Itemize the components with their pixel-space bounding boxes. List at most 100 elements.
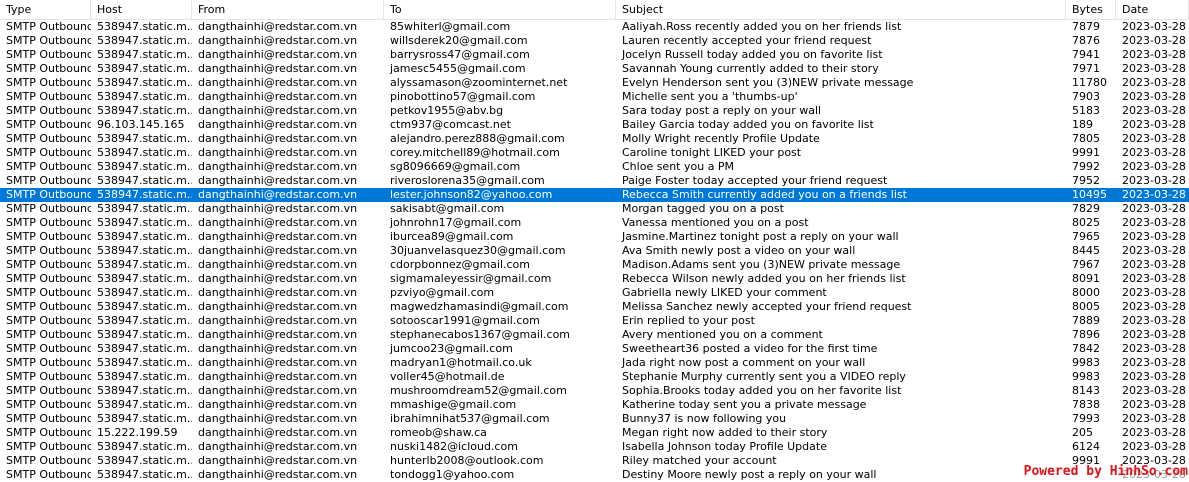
host-cell: 538947.static.m...: [97, 90, 192, 103]
subject-cell: Bunny37 is now following you: [622, 412, 787, 425]
host-cell: 96.103.145.165: [97, 118, 185, 131]
table-row[interactable]: SMTP Outbound 538947.static.m... dangthain…: [0, 342, 1189, 356]
table-row[interactable]: SMTP Outbound 538947.static.m... dangthain…: [0, 34, 1189, 48]
table-row[interactable]: SMTP Outbound 538947.static.m... dangthain…: [0, 48, 1189, 62]
type-cell: SMTP Outbound: [6, 412, 91, 425]
subject-cell: Evelyn Henderson sent you (3)NEW private…: [622, 76, 914, 89]
to-cell: magwedzhamasindi@gmail.com: [390, 300, 569, 313]
table-row[interactable]: SMTP Outbound 538947.static.m... dangthain…: [0, 174, 1189, 188]
from-cell: dangthainhi@redstar.com.vn: [198, 230, 358, 243]
host-cell: 538947.static.m...: [97, 272, 192, 285]
table-row[interactable]: SMTP Outbound 538947.static.m... dangthain…: [0, 328, 1189, 342]
subject-cell: Paige Foster today accepted your friend …: [622, 174, 888, 187]
bytes-cell: 9983: [1072, 356, 1100, 369]
date-cell: 2023-03-28 0: [1122, 160, 1189, 173]
table-row[interactable]: SMTP Outbound 538947.static.m... dangthain…: [0, 244, 1189, 258]
to-cell: mmashige@gmail.com: [390, 398, 517, 411]
to-cell: 85whiterl@gmail.com: [390, 20, 511, 33]
bytes-cell: 8143: [1072, 384, 1100, 397]
column-header-row: Type Host From To Subject Bytes Date: [0, 0, 1189, 20]
table-row[interactable]: SMTP Outbound 538947.static.m... dangthain…: [0, 76, 1189, 90]
from-cell: dangthainhi@redstar.com.vn: [198, 174, 358, 187]
bytes-cell: 9991: [1072, 146, 1100, 159]
host-cell: 538947.static.m...: [97, 342, 192, 355]
from-cell: dangthainhi@redstar.com.vn: [198, 90, 358, 103]
table-row[interactable]: SMTP Outbound 538947.static.m... dangthain…: [0, 398, 1189, 412]
date-cell: 2023-03-28 0: [1122, 328, 1189, 341]
table-row[interactable]: SMTP Outbound 538947.static.m... dangthain…: [0, 454, 1189, 468]
type-cell: SMTP Outbound: [6, 202, 91, 215]
subject-cell: Rebecca Wilson newly added you on her fr…: [622, 272, 906, 285]
column-header-type[interactable]: Type: [0, 0, 91, 19]
table-row[interactable]: SMTP Outbound 15.222.199.59 dangthainhi@re…: [0, 426, 1189, 440]
table-row[interactable]: SMTP Outbound 538947.static.m... dangthain…: [0, 384, 1189, 398]
from-cell: dangthainhi@redstar.com.vn: [198, 188, 358, 201]
date-cell: 2023-03-28 0: [1122, 188, 1189, 201]
from-cell: dangthainhi@redstar.com.vn: [198, 258, 358, 271]
table-row[interactable]: SMTP Outbound 538947.static.m... dangthain…: [0, 160, 1189, 174]
table-row[interactable]: SMTP Outbound 538947.static.m... dangthain…: [0, 230, 1189, 244]
table-row[interactable]: SMTP Outbound 538947.static.m... dangthain…: [0, 314, 1189, 328]
to-cell: pzviyo@gmail.com: [390, 286, 495, 299]
host-cell: 538947.static.m...: [97, 132, 192, 145]
table-row[interactable]: SMTP Outbound 538947.static.m... dangthain…: [0, 90, 1189, 104]
type-cell: SMTP Outbound: [6, 328, 91, 341]
subject-cell: Sara today post a reply on your wall: [622, 104, 822, 117]
date-cell: 2023-03-28 0: [1122, 76, 1189, 89]
to-cell: corey.mitchell89@hotmail.com: [390, 146, 560, 159]
table-row[interactable]: SMTP Outbound 538947.static.m... dangthain…: [0, 188, 1189, 202]
column-header-date[interactable]: Date: [1116, 0, 1189, 19]
from-cell: dangthainhi@redstar.com.vn: [198, 468, 358, 481]
host-cell: 538947.static.m...: [97, 230, 192, 243]
table-row[interactable]: SMTP Outbound 538947.static.m... dangthain…: [0, 412, 1189, 426]
table-row[interactable]: SMTP Outbound 538947.static.m... dangthain…: [0, 132, 1189, 146]
from-cell: dangthainhi@redstar.com.vn: [198, 48, 358, 61]
date-cell: 2023-03-28 0: [1122, 412, 1189, 425]
from-cell: dangthainhi@redstar.com.vn: [198, 300, 358, 313]
host-cell: 538947.static.m...: [97, 412, 192, 425]
bytes-cell: 7829: [1072, 202, 1100, 215]
to-cell: sakisabt@gmail.com: [390, 202, 505, 215]
table-row[interactable]: SMTP Outbound 538947.static.m... dangthain…: [0, 300, 1189, 314]
to-cell: ctm937@comcast.net: [390, 118, 511, 131]
table-row[interactable]: SMTP Outbound 538947.static.m... dangthain…: [0, 468, 1189, 482]
column-header-from[interactable]: From: [192, 0, 384, 19]
type-cell: SMTP Outbound: [6, 132, 91, 145]
host-cell: 538947.static.m...: [97, 300, 192, 313]
subject-cell: Lauren recently accepted your friend req…: [622, 34, 872, 47]
date-cell: 2023-03-28 0: [1122, 258, 1189, 271]
table-row[interactable]: SMTP Outbound 538947.static.m... dangthain…: [0, 286, 1189, 300]
to-cell: cdorpbonnez@gmail.com: [390, 258, 531, 271]
table-row[interactable]: SMTP Outbound 538947.static.m... dangthain…: [0, 104, 1189, 118]
type-cell: SMTP Outbound: [6, 76, 91, 89]
table-row[interactable]: SMTP Outbound 538947.static.m... dangthain…: [0, 20, 1189, 34]
column-header-to[interactable]: To: [384, 0, 616, 19]
table-row[interactable]: SMTP Outbound 538947.static.m... dangthain…: [0, 62, 1189, 76]
table-row[interactable]: SMTP Outbound 538947.static.m... dangthain…: [0, 202, 1189, 216]
from-cell: dangthainhi@redstar.com.vn: [198, 370, 358, 383]
to-cell: johnrohn17@gmail.com: [390, 216, 522, 229]
date-cell: 2023-03-28 0: [1122, 314, 1189, 327]
bytes-cell: 5183: [1072, 104, 1100, 117]
table-row[interactable]: SMTP Outbound 538947.static.m... dangthain…: [0, 356, 1189, 370]
host-cell: 15.222.199.59: [97, 426, 178, 439]
column-header-host[interactable]: Host: [91, 0, 192, 19]
type-cell: SMTP Outbound: [6, 20, 91, 33]
table-row[interactable]: SMTP Outbound 538947.static.m... dangthain…: [0, 272, 1189, 286]
table-row[interactable]: SMTP Outbound 538947.static.m... dangthain…: [0, 216, 1189, 230]
table-row[interactable]: SMTP Outbound 538947.static.m... dangthain…: [0, 370, 1189, 384]
table-row[interactable]: SMTP Outbound 538947.static.m... dangthain…: [0, 146, 1189, 160]
table-row[interactable]: SMTP Outbound 96.103.145.165 dangthainhi@r…: [0, 118, 1189, 132]
message-list: SMTP Outbound 538947.static.m... dangthain…: [0, 20, 1189, 482]
table-row[interactable]: SMTP Outbound 538947.static.m... dangthain…: [0, 440, 1189, 454]
table-row[interactable]: SMTP Outbound 538947.static.m... dangthain…: [0, 258, 1189, 272]
subject-cell: Destiny Moore newly post a reply on your…: [622, 468, 877, 481]
to-cell: sg8096669@gmail.com: [390, 160, 521, 173]
to-cell: barrysross47@gmail.com: [390, 48, 530, 61]
subject-cell: Michelle sent you a 'thumbs-up': [622, 90, 798, 103]
host-cell: 538947.static.m...: [97, 398, 192, 411]
to-cell: romeob@shaw.ca: [390, 426, 487, 439]
subject-cell: Sweetheart36 posted a video for the firs…: [622, 342, 878, 355]
column-header-bytes[interactable]: Bytes: [1066, 0, 1116, 19]
column-header-subject[interactable]: Subject: [616, 0, 1066, 19]
